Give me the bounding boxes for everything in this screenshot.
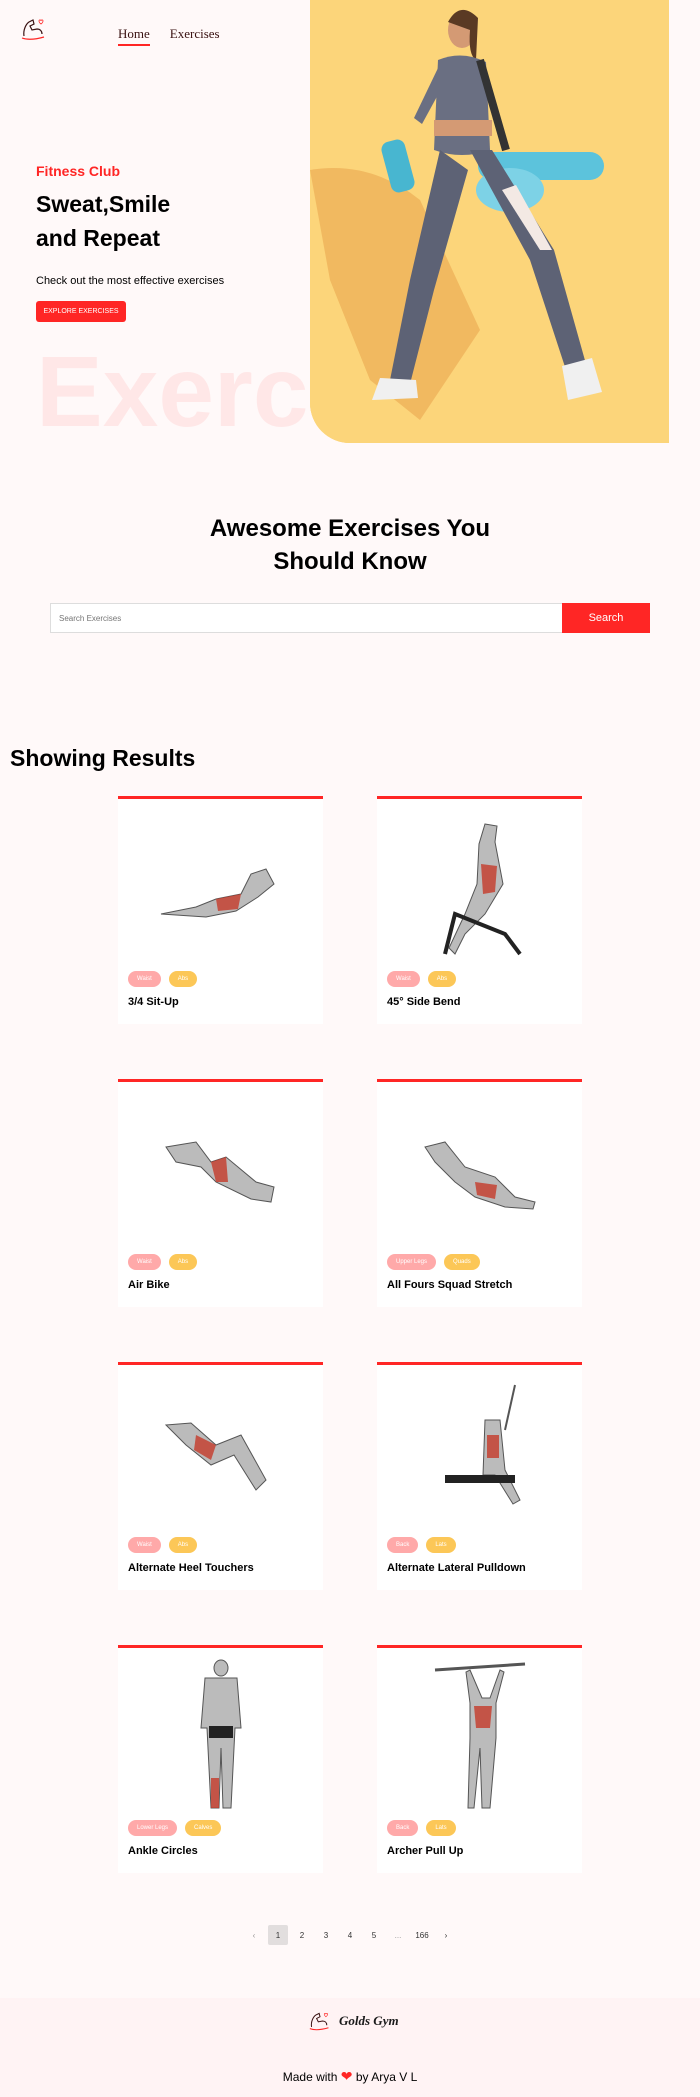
exercise-image xyxy=(118,1092,323,1252)
explore-exercises-button[interactable]: EXPLORE EXERCISES xyxy=(36,301,126,322)
body-part-badge[interactable]: Waist xyxy=(128,1537,161,1553)
exercise-image xyxy=(377,1658,582,1818)
exercise-card[interactable]: Back Lats Alternate Lateral Pulldown xyxy=(377,1362,582,1590)
body-part-badge[interactable]: Upper Legs xyxy=(387,1254,437,1270)
heart-icon: ❤ xyxy=(340,2068,353,2084)
exercise-name: Air Bike xyxy=(128,1279,170,1291)
exercise-image xyxy=(377,1092,582,1252)
target-badge[interactable]: Lats xyxy=(426,1820,456,1836)
footer-credit: Made with ❤ by Arya V L xyxy=(0,2068,700,2085)
footer-brand: Golds Gym xyxy=(339,2013,399,2028)
target-badge[interactable]: Abs xyxy=(168,971,198,987)
search-section-title: Awesome Exercises You Should Know xyxy=(209,515,491,575)
exercise-card[interactable]: Lower Legs Calves Ankle Circles xyxy=(118,1645,323,1873)
search-bar: Search xyxy=(50,603,650,633)
pagination-prev-button[interactable]: ‹ xyxy=(244,1925,264,1945)
page-button[interactable]: 4 xyxy=(340,1925,360,1945)
target-badge[interactable]: Calves xyxy=(185,1820,222,1836)
hero-ghost-text: Exercise xyxy=(36,342,314,442)
exercise-name: Alternate Heel Touchers xyxy=(128,1562,254,1574)
page-button[interactable]: 166 xyxy=(412,1925,432,1945)
exercise-image xyxy=(377,809,582,969)
exercise-name: Alternate Lateral Pulldown xyxy=(387,1562,526,1574)
target-badge[interactable]: Quads xyxy=(444,1254,480,1270)
nav-exercises-link[interactable]: Exercises xyxy=(170,26,220,46)
exercise-card[interactable]: Waist Abs 45° Side Bend xyxy=(377,796,582,1024)
target-badge[interactable]: Lats xyxy=(426,1537,456,1553)
exercise-name: All Fours Squad Stretch xyxy=(387,1279,513,1291)
search-button[interactable]: Search xyxy=(562,603,650,633)
exercise-card[interactable]: Waist Abs Air Bike xyxy=(118,1079,323,1307)
exercise-image xyxy=(118,1375,323,1535)
hero-banner: Fitness Club Sweat,Smile and Repeat Chec… xyxy=(36,163,306,322)
nav-home-link[interactable]: Home xyxy=(118,26,150,46)
exercise-image xyxy=(377,1375,582,1535)
body-part-badge[interactable]: Back xyxy=(387,1820,419,1836)
exercise-card[interactable]: Waist Abs 3/4 Sit-Up xyxy=(118,796,323,1024)
page-button[interactable]: 2 xyxy=(292,1925,312,1945)
exercise-name: 45° Side Bend xyxy=(387,996,461,1008)
page-button[interactable]: 1 xyxy=(268,1925,288,1945)
exercise-image xyxy=(118,1658,323,1818)
page-button[interactable]: 5 xyxy=(364,1925,384,1945)
exercise-image xyxy=(118,809,323,969)
exercise-card[interactable]: Waist Abs Alternate Heel Touchers xyxy=(118,1362,323,1590)
search-input[interactable] xyxy=(50,603,562,633)
exercise-name: Archer Pull Up xyxy=(387,1845,464,1857)
body-part-badge[interactable]: Waist xyxy=(387,971,420,987)
hero-tagline: Fitness Club xyxy=(36,163,121,179)
footer: Golds Gym Made with ❤ by Arya V L xyxy=(0,1998,700,2097)
author-text: by Arya V L xyxy=(355,2070,418,2084)
main-nav: Home Exercises xyxy=(118,26,220,46)
hero-image xyxy=(310,0,669,443)
footer-logo: Golds Gym xyxy=(307,2010,399,2032)
exercise-name: 3/4 Sit-Up xyxy=(128,996,179,1008)
exercise-card[interactable]: Upper Legs Quads All Fours Squad Stretch xyxy=(377,1079,582,1307)
logo-icon[interactable] xyxy=(20,16,48,42)
target-badge[interactable]: Abs xyxy=(168,1254,198,1270)
pagination: ‹ 1 2 3 4 5 ... 166 › xyxy=(244,1925,456,1945)
target-badge[interactable]: Abs xyxy=(168,1537,198,1553)
target-badge[interactable]: Abs xyxy=(427,971,457,987)
body-part-badge[interactable]: Lower Legs xyxy=(128,1820,178,1836)
exercise-card[interactable]: Back Lats Archer Pull Up xyxy=(377,1645,582,1873)
pagination-ellipsis: ... xyxy=(394,1930,402,1940)
page-button[interactable]: 3 xyxy=(316,1925,336,1945)
results-heading: Showing Results xyxy=(10,745,196,771)
body-part-badge[interactable]: Waist xyxy=(128,971,161,987)
hero-subtitle: Check out the most effective exercises xyxy=(36,275,225,287)
made-with-text: Made with xyxy=(282,2070,338,2084)
footer-logo-icon xyxy=(309,2012,329,2031)
body-part-badge[interactable]: Waist xyxy=(128,1254,161,1270)
hero-title: Sweat,Smile and Repeat xyxy=(36,191,171,251)
pagination-next-button[interactable]: › xyxy=(436,1925,456,1945)
exercise-name: Ankle Circles xyxy=(128,1845,198,1857)
fitness-woman-illustration xyxy=(310,0,669,443)
body-part-badge[interactable]: Back xyxy=(387,1537,419,1553)
